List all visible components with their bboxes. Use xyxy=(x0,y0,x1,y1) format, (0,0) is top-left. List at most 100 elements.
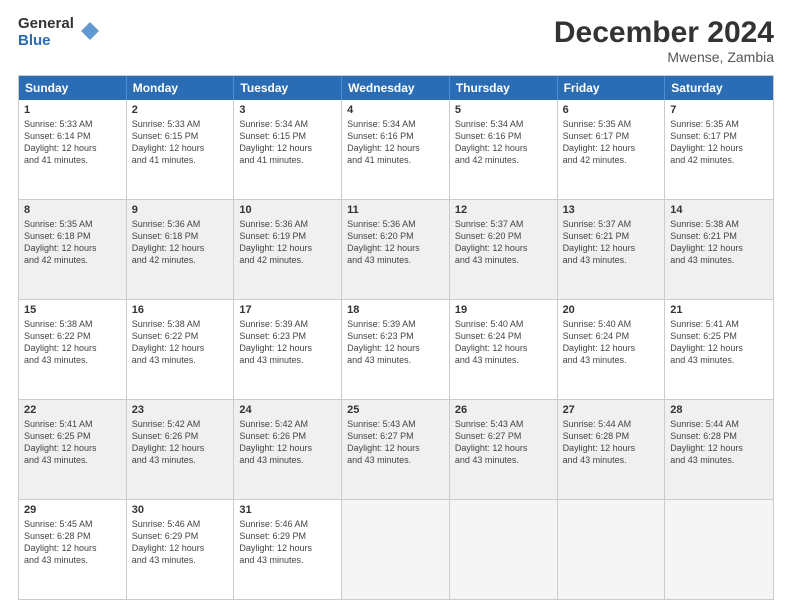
page: General Blue December 2024 Mwense, Zambi… xyxy=(0,0,792,612)
day-number: 7 xyxy=(670,104,768,116)
table-row xyxy=(450,500,558,599)
calendar: Sunday Monday Tuesday Wednesday Thursday… xyxy=(18,75,774,600)
table-row: 16Sunrise: 5:38 AMSunset: 6:22 PMDayligh… xyxy=(127,300,235,399)
day-number: 29 xyxy=(24,504,121,516)
cell-text: Sunrise: 5:42 AMSunset: 6:26 PMDaylight:… xyxy=(239,418,336,467)
table-row xyxy=(558,500,666,599)
table-row: 21 Sunrise: 5:41 AMSunset: 6:25 PMDayligh… xyxy=(665,300,773,399)
cell-text: Sunrise: 5:36 AMSunset: 6:20 PMDaylight:… xyxy=(347,218,444,267)
day-number: 26 xyxy=(455,404,552,416)
table-row: 6 Sunrise: 5:35 AMSunset: 6:17 PMDaylight… xyxy=(558,100,666,199)
table-row: 1 Sunrise: 5:33 AMSunset: 6:14 PMDaylight… xyxy=(19,100,127,199)
header-monday: Monday xyxy=(127,76,235,100)
table-row: 2Sunrise: 5:33 AMSunset: 6:15 PMDaylight… xyxy=(127,100,235,199)
table-row: 24Sunrise: 5:42 AMSunset: 6:26 PMDayligh… xyxy=(234,400,342,499)
table-row xyxy=(665,500,773,599)
day-number: 12 xyxy=(455,204,552,216)
cell-text: Sunrise: 5:41 AMSunset: 6:25 PMDaylight:… xyxy=(670,318,768,367)
day-number: 11 xyxy=(347,204,444,216)
week-1: 1 Sunrise: 5:33 AMSunset: 6:14 PMDaylight… xyxy=(19,100,773,200)
cell-text: Sunrise: 5:33 AMSunset: 6:14 PMDaylight:… xyxy=(24,118,121,167)
table-row: 13 Sunrise: 5:37 AMSunset: 6:21 PMDayligh… xyxy=(558,200,666,299)
day-number: 3 xyxy=(239,104,336,116)
table-row: 22 Sunrise: 5:41 AMSunset: 6:25 PMDayligh… xyxy=(19,400,127,499)
day-number: 8 xyxy=(24,204,121,216)
cell-text: Sunrise: 5:43 AMSunset: 6:27 PMDaylight:… xyxy=(455,418,552,467)
week-4: 22 Sunrise: 5:41 AMSunset: 6:25 PMDayligh… xyxy=(19,400,773,500)
logo-icon xyxy=(79,20,101,42)
table-row: 11 Sunrise: 5:36 AMSunset: 6:20 PMDayligh… xyxy=(342,200,450,299)
day-number: 25 xyxy=(347,404,444,416)
table-row: 12 Sunrise: 5:37 AMSunset: 6:20 PMDayligh… xyxy=(450,200,558,299)
day-number: 19 xyxy=(455,304,552,316)
week-2: 8 Sunrise: 5:35 AMSunset: 6:18 PMDaylight… xyxy=(19,200,773,300)
day-number: 17 xyxy=(239,304,336,316)
table-row: 5 Sunrise: 5:34 AMSunset: 6:16 PMDaylight… xyxy=(450,100,558,199)
day-number: 31 xyxy=(239,504,336,516)
table-row: 7 Sunrise: 5:35 AMSunset: 6:17 PMDaylight… xyxy=(665,100,773,199)
table-row: 14Sunrise: 5:38 AMSunset: 6:21 PMDayligh… xyxy=(665,200,773,299)
table-row: 4Sunrise: 5:34 AMSunset: 6:16 PMDaylight… xyxy=(342,100,450,199)
table-row: 27Sunrise: 5:44 AMSunset: 6:28 PMDayligh… xyxy=(558,400,666,499)
table-row: 18Sunrise: 5:39 AMSunset: 6:23 PMDayligh… xyxy=(342,300,450,399)
day-number: 14 xyxy=(670,204,768,216)
day-number: 23 xyxy=(132,404,229,416)
cell-text: Sunrise: 5:41 AMSunset: 6:25 PMDaylight:… xyxy=(24,418,121,467)
day-number: 20 xyxy=(563,304,660,316)
cell-text: Sunrise: 5:34 AMSunset: 6:16 PMDaylight:… xyxy=(455,118,552,167)
table-row: 25 Sunrise: 5:43 AMSunset: 6:27 PMDayligh… xyxy=(342,400,450,499)
title-block: December 2024 Mwense, Zambia xyxy=(554,16,774,65)
table-row: 30Sunrise: 5:46 AMSunset: 6:29 PMDayligh… xyxy=(127,500,235,599)
header-tuesday: Tuesday xyxy=(234,76,342,100)
cell-text: Sunrise: 5:46 AMSunset: 6:29 PMDaylight:… xyxy=(239,518,336,567)
table-row: 29 Sunrise: 5:45 AMSunset: 6:28 PMDayligh… xyxy=(19,500,127,599)
page-subtitle: Mwense, Zambia xyxy=(554,49,774,65)
header-thursday: Thursday xyxy=(450,76,558,100)
cell-text: Sunrise: 5:34 AMSunset: 6:15 PMDaylight:… xyxy=(239,118,336,167)
table-row: 19 Sunrise: 5:40 AMSunset: 6:24 PMDayligh… xyxy=(450,300,558,399)
cell-text: Sunrise: 5:36 AMSunset: 6:19 PMDaylight:… xyxy=(239,218,336,267)
day-number: 6 xyxy=(563,104,660,116)
day-number: 9 xyxy=(132,204,229,216)
cell-text: Sunrise: 5:40 AMSunset: 6:24 PMDaylight:… xyxy=(455,318,552,367)
cell-text: Sunrise: 5:42 AMSunset: 6:26 PMDaylight:… xyxy=(132,418,229,467)
table-row xyxy=(342,500,450,599)
day-number: 13 xyxy=(563,204,660,216)
table-row: 20 Sunrise: 5:40 AMSunset: 6:24 PMDayligh… xyxy=(558,300,666,399)
day-number: 4 xyxy=(347,104,444,116)
table-row: 31 Sunrise: 5:46 AMSunset: 6:29 PMDayligh… xyxy=(234,500,342,599)
day-number: 1 xyxy=(24,104,121,116)
cell-text: Sunrise: 5:33 AMSunset: 6:15 PMDaylight:… xyxy=(132,118,229,167)
day-number: 5 xyxy=(455,104,552,116)
week-3: 15Sunrise: 5:38 AMSunset: 6:22 PMDayligh… xyxy=(19,300,773,400)
table-row: 23 Sunrise: 5:42 AMSunset: 6:26 PMDayligh… xyxy=(127,400,235,499)
table-row: 28Sunrise: 5:44 AMSunset: 6:28 PMDayligh… xyxy=(665,400,773,499)
table-row: 3 Sunrise: 5:34 AMSunset: 6:15 PMDaylight… xyxy=(234,100,342,199)
cell-text: Sunrise: 5:40 AMSunset: 6:24 PMDaylight:… xyxy=(563,318,660,367)
cell-text: Sunrise: 5:35 AMSunset: 6:17 PMDaylight:… xyxy=(670,118,768,167)
header-wednesday: Wednesday xyxy=(342,76,450,100)
table-row: 15Sunrise: 5:38 AMSunset: 6:22 PMDayligh… xyxy=(19,300,127,399)
logo-general: General xyxy=(18,16,74,33)
day-number: 10 xyxy=(239,204,336,216)
table-row: 9Sunrise: 5:36 AMSunset: 6:18 PMDaylight… xyxy=(127,200,235,299)
cell-text: Sunrise: 5:43 AMSunset: 6:27 PMDaylight:… xyxy=(347,418,444,467)
calendar-body: 1 Sunrise: 5:33 AMSunset: 6:14 PMDaylight… xyxy=(19,100,773,599)
cell-text: Sunrise: 5:45 AMSunset: 6:28 PMDaylight:… xyxy=(24,518,121,567)
cell-text: Sunrise: 5:46 AMSunset: 6:29 PMDaylight:… xyxy=(132,518,229,567)
cell-text: Sunrise: 5:35 AMSunset: 6:17 PMDaylight:… xyxy=(563,118,660,167)
logo: General Blue xyxy=(18,16,101,49)
day-number: 28 xyxy=(670,404,768,416)
table-row: 10 Sunrise: 5:36 AMSunset: 6:19 PMDayligh… xyxy=(234,200,342,299)
header-saturday: Saturday xyxy=(665,76,773,100)
cell-text: Sunrise: 5:37 AMSunset: 6:21 PMDaylight:… xyxy=(563,218,660,267)
cell-text: Sunrise: 5:37 AMSunset: 6:20 PMDaylight:… xyxy=(455,218,552,267)
cell-text: Sunrise: 5:38 AMSunset: 6:22 PMDaylight:… xyxy=(24,318,121,367)
day-number: 22 xyxy=(24,404,121,416)
cell-text: Sunrise: 5:35 AMSunset: 6:18 PMDaylight:… xyxy=(24,218,121,267)
day-number: 21 xyxy=(670,304,768,316)
cell-text: Sunrise: 5:38 AMSunset: 6:22 PMDaylight:… xyxy=(132,318,229,367)
cell-text: Sunrise: 5:44 AMSunset: 6:28 PMDaylight:… xyxy=(563,418,660,467)
header-friday: Friday xyxy=(558,76,666,100)
header: General Blue December 2024 Mwense, Zambi… xyxy=(18,16,774,65)
